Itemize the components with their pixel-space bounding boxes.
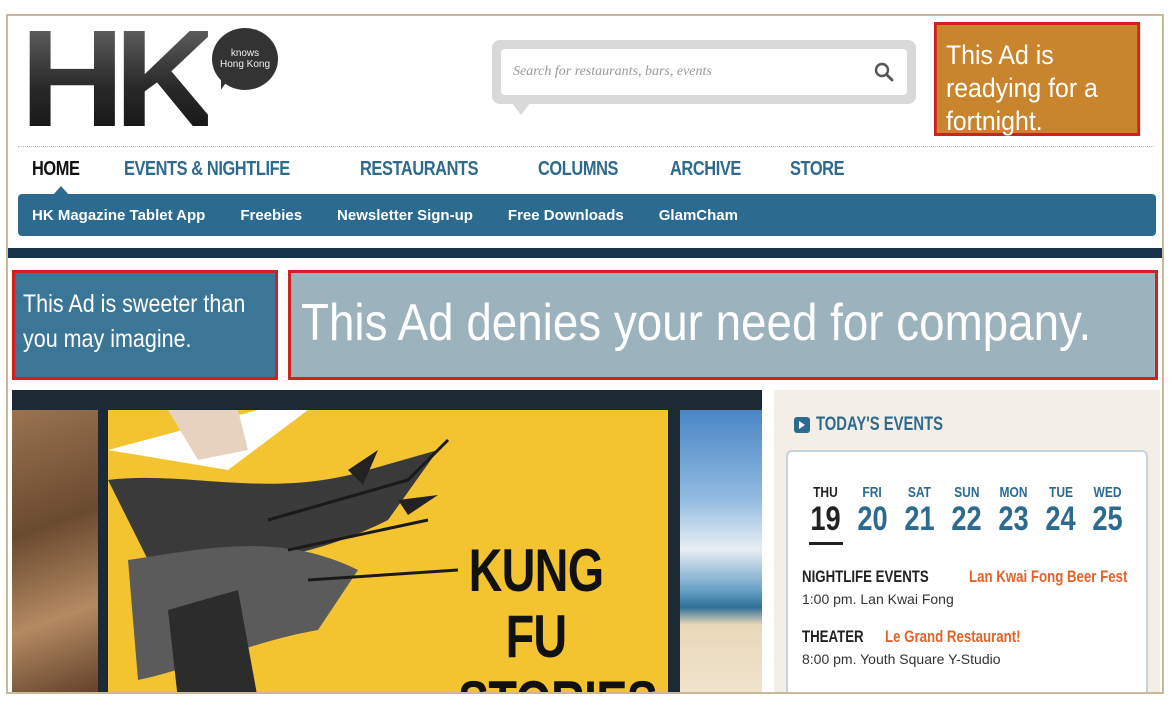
day-mon[interactable]: MON 23 xyxy=(990,484,1037,545)
current-day-underline xyxy=(808,542,843,545)
event-link[interactable]: Lan Kwai Fong Beer Fest xyxy=(969,567,1127,587)
events-header: TODAY'S EVENTS xyxy=(794,414,1148,436)
events-title: TODAY'S EVENTS xyxy=(816,414,944,435)
hero-headline: KUNG FU STORIES xyxy=(458,537,658,693)
day-name: THU xyxy=(813,484,838,501)
day-sat[interactable]: SAT 21 xyxy=(896,484,943,545)
kung-fu-poster: KUNG FU STORIES xyxy=(108,410,668,693)
day-number: 19 xyxy=(810,500,841,538)
ad-left[interactable]: This Ad is sweeter than you may imagine. xyxy=(12,270,278,380)
nav-store[interactable]: STORE xyxy=(790,158,845,181)
search-box xyxy=(501,49,907,95)
search-icon[interactable] xyxy=(873,61,895,83)
day-number: 25 xyxy=(1092,500,1123,538)
logo-letters: HK xyxy=(20,14,219,156)
nav-divider xyxy=(18,146,1154,147)
event-item: THEATER Le Grand Restaurant! 8:00 pm. Yo… xyxy=(802,627,1146,667)
nav-home[interactable]: HOME xyxy=(32,158,80,181)
fighter-illustration xyxy=(108,410,459,692)
todays-events-panel: TODAY'S EVENTS THU 19 FRI 20 SAT 21 SUN xyxy=(774,390,1160,692)
logo-bubble-line2: Hong Kong xyxy=(219,59,271,70)
event-meta: 1:00 pm. Lan Kwai Fong xyxy=(802,591,954,607)
day-name: MON xyxy=(999,484,1028,501)
day-name: SUN xyxy=(953,484,980,501)
day-name: TUE xyxy=(1048,484,1073,501)
event-item: NIGHTLIFE EVENTS Lan Kwai Fong Beer Fest… xyxy=(802,567,1146,607)
arrow-right-icon xyxy=(794,417,810,433)
day-selector: THU 19 FRI 20 SAT 21 SUN 22 MON 23 TUE 2… xyxy=(802,484,1146,545)
day-name: FRI xyxy=(862,484,883,501)
ad-wide-text: This Ad denies your need for company. xyxy=(301,294,1092,352)
day-tue[interactable]: TUE 24 xyxy=(1037,484,1084,545)
search-input[interactable] xyxy=(513,64,873,80)
subnav-free-downloads[interactable]: Free Downloads xyxy=(508,207,624,224)
page-frame: HK knows Hong Kong This Ad is readying f… xyxy=(6,14,1164,694)
day-number: 22 xyxy=(951,500,982,538)
nav-archive[interactable]: ARCHIVE xyxy=(670,158,741,181)
day-sun[interactable]: SUN 22 xyxy=(943,484,990,545)
day-number: 24 xyxy=(1045,500,1076,538)
day-name: WED xyxy=(1093,484,1122,501)
subnav-tablet-app[interactable]: HK Magazine Tablet App xyxy=(32,207,205,224)
hero-rock-image xyxy=(12,410,98,692)
subnav-glamcham[interactable]: GlamCham xyxy=(659,207,738,224)
day-thu[interactable]: THU 19 xyxy=(802,484,849,545)
logo-bubble: knows Hong Kong xyxy=(212,28,278,90)
hk-logo[interactable]: HK knows Hong Kong xyxy=(20,16,290,148)
main-nav: HOME EVENTS & NIGHTLIFE RESTAURANTS COLU… xyxy=(32,158,890,181)
hero-line1: KUNG FU xyxy=(468,537,604,670)
subnav-newsletter[interactable]: Newsletter Sign-up xyxy=(337,207,473,224)
day-wed[interactable]: WED 25 xyxy=(1084,484,1131,545)
day-fri[interactable]: FRI 20 xyxy=(849,484,896,545)
ad-top-right[interactable]: This Ad is readying for a fortnight. xyxy=(934,22,1141,136)
nav-restaurants[interactable]: RESTAURANTS xyxy=(360,158,479,181)
subnav-freebies[interactable]: Freebies xyxy=(240,207,302,224)
ad-left-line2: you may imagine. xyxy=(23,325,192,353)
divider-bar xyxy=(8,248,1162,258)
day-number: 23 xyxy=(998,500,1029,538)
hero-line2: STORIES xyxy=(458,670,658,693)
logo-bubble-line1: knows xyxy=(230,48,260,59)
event-category: NIGHTLIFE EVENTS xyxy=(802,567,929,586)
nav-columns[interactable]: COLUMNS xyxy=(538,158,618,181)
ad-left-line1: This Ad is sweeter than xyxy=(23,290,246,318)
sub-nav: HK Magazine Tablet App Freebies Newslett… xyxy=(18,194,1156,236)
search-bar xyxy=(492,40,916,115)
hero-banner[interactable]: KUNG FU STORIES xyxy=(12,390,762,693)
day-number: 21 xyxy=(904,500,935,538)
event-link[interactable]: Le Grand Restaurant! xyxy=(885,627,1021,647)
ad-wide[interactable]: This Ad denies your need for company. xyxy=(288,270,1158,380)
day-number: 20 xyxy=(857,500,888,538)
event-category: THEATER xyxy=(802,627,864,646)
nav-events-nightlife[interactable]: EVENTS & NIGHTLIFE xyxy=(124,158,290,181)
events-card: THU 19 FRI 20 SAT 21 SUN 22 MON 23 TUE 2… xyxy=(786,450,1148,692)
hero-beach-image xyxy=(680,410,762,692)
day-name: SAT xyxy=(907,484,932,501)
event-meta: 8:00 pm. Youth Square Y-Studio xyxy=(802,651,1001,667)
